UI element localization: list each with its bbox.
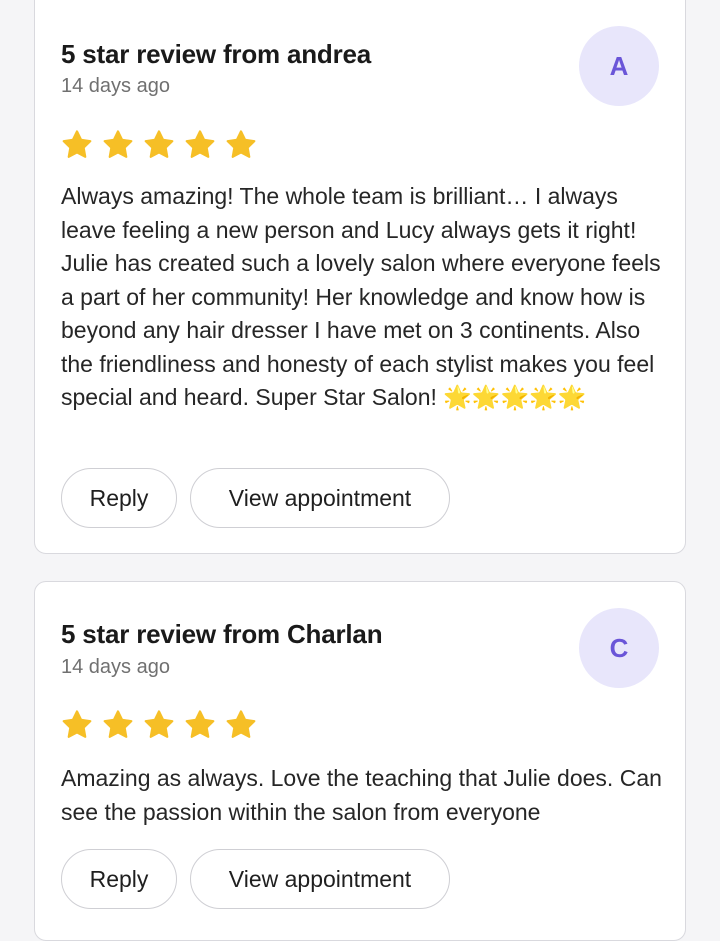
reply-button[interactable]: Reply — [61, 849, 177, 909]
review-card: 5 star review from Charlan 14 days ago C… — [34, 581, 686, 941]
star-icon — [61, 709, 93, 741]
star-icon — [184, 129, 216, 161]
review-title: 5 star review from Charlan — [61, 619, 383, 649]
review-title: 5 star review from andrea — [61, 39, 372, 69]
star-icon — [184, 709, 216, 741]
review-card: 5 star review from andrea 14 days ago A … — [34, 0, 686, 554]
reply-button[interactable]: Reply — [61, 468, 177, 528]
star-icon — [102, 709, 134, 741]
star-icon — [143, 709, 175, 741]
review-text: Always amazing! The whole team is brilli… — [61, 183, 661, 410]
star-icon — [102, 129, 134, 161]
star-icon — [225, 129, 257, 161]
review-date: 14 days ago — [61, 656, 170, 678]
view-appointment-button[interactable]: View appointment — [190, 849, 450, 909]
review-date: 14 days ago — [61, 75, 170, 97]
avatar: A — [579, 26, 659, 106]
avatar: C — [579, 608, 659, 688]
review-text: Amazing as always. Love the teaching tha… — [61, 765, 662, 825]
star-icon — [143, 129, 175, 161]
star-rating — [61, 129, 257, 161]
view-appointment-button[interactable]: View appointment — [190, 468, 450, 528]
star-icon — [225, 709, 257, 741]
star-rating — [61, 709, 257, 741]
star-icon — [61, 129, 93, 161]
